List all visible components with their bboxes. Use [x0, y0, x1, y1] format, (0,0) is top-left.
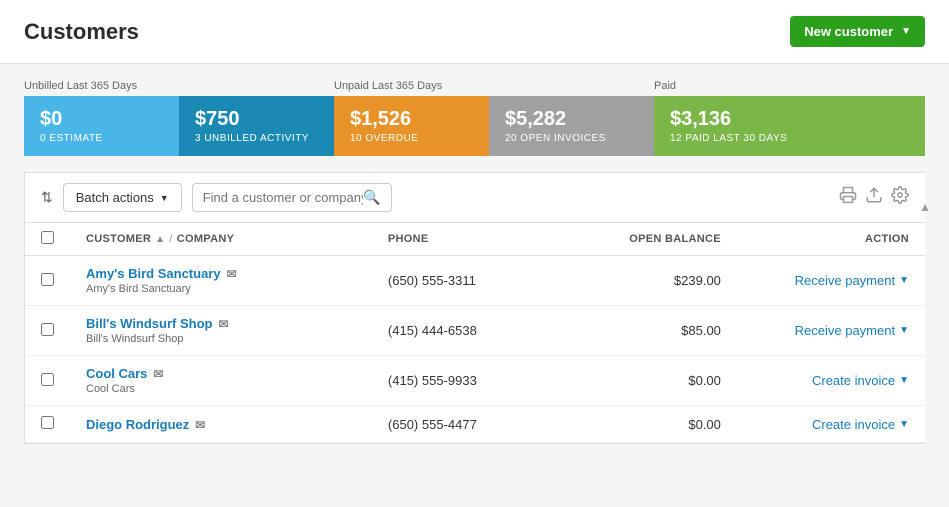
- company-slash: /: [169, 233, 172, 245]
- balance-column-header: OPEN BALANCE: [582, 223, 737, 256]
- email-icon[interactable]: ✉: [218, 317, 228, 331]
- unpaid-label: Unpaid Last 365 Days: [334, 80, 654, 92]
- customer-name-cell: Diego Rodriguez✉: [70, 406, 372, 443]
- stat-bar-paid[interactable]: $3,136 12 PAID LAST 30 DAYS: [654, 96, 925, 156]
- table-row: Diego Rodriguez✉ (650) 555-4477$0.00 Creat…: [25, 406, 925, 443]
- phone-column-header: PHONE: [372, 223, 582, 256]
- email-icon[interactable]: ✉: [153, 367, 163, 381]
- customer-name-link[interactable]: Cool Cars✉: [86, 366, 356, 381]
- stat-label-overdue: 10 OVERDUE: [350, 133, 473, 144]
- row-checkbox[interactable]: [41, 323, 54, 336]
- action-cell: Create invoice ▼: [737, 356, 925, 406]
- batch-chevron-icon: ▼: [160, 193, 169, 203]
- row-checkbox-cell[interactable]: [25, 356, 70, 406]
- customer-company: Bill's Windsurf Shop: [86, 333, 356, 345]
- table-row: Cool Cars✉ Cool Cars (415) 555-9933$0.00 Cr…: [25, 356, 925, 406]
- row-checkbox-cell[interactable]: [25, 306, 70, 356]
- unbilled-label: Unbilled Last 365 Days: [24, 80, 334, 92]
- action-button[interactable]: Receive payment ▼: [795, 323, 909, 338]
- row-checkbox-cell[interactable]: [25, 406, 70, 443]
- batch-actions-button[interactable]: Batch actions ▼: [63, 183, 182, 212]
- stat-amount-overdue: $1,526: [350, 108, 473, 131]
- search-input[interactable]: [203, 190, 364, 205]
- action-cell: Create invoice ▼: [737, 406, 925, 443]
- customer-company: Cool Cars: [86, 383, 356, 395]
- action-button[interactable]: Create invoice ▼: [812, 373, 909, 388]
- action-cell: Receive payment ▼: [737, 256, 925, 306]
- row-checkbox[interactable]: [41, 416, 54, 429]
- action-chevron-icon: ▼: [899, 419, 909, 430]
- stat-label-open-invoices: 20 OPEN INVOICES: [505, 133, 638, 144]
- print-icon[interactable]: [839, 186, 857, 209]
- stat-label-unbilled: 3 UNBILLED ACTIVITY: [195, 133, 318, 144]
- settings-icon[interactable]: [891, 186, 909, 209]
- row-checkbox[interactable]: [41, 273, 54, 286]
- sort-icon[interactable]: ⇅: [41, 189, 53, 206]
- customer-name-link[interactable]: Bill's Windsurf Shop✉: [86, 316, 356, 331]
- customer-name-link[interactable]: Amy's Bird Sanctuary✉: [86, 266, 356, 281]
- action-button[interactable]: Create invoice ▼: [812, 417, 909, 432]
- balance-cell: $0.00: [582, 356, 737, 406]
- balance-cell: $85.00: [582, 306, 737, 356]
- phone-cell: (650) 555-4477: [372, 406, 582, 443]
- select-all-header[interactable]: [25, 223, 70, 256]
- new-customer-button[interactable]: New customer ▼: [790, 16, 925, 47]
- batch-actions-label: Batch actions: [76, 190, 154, 205]
- action-chevron-icon: ▼: [899, 275, 909, 286]
- page-title: Customers: [24, 19, 139, 45]
- select-all-checkbox[interactable]: [41, 231, 54, 244]
- search-icon: 🔍: [363, 189, 380, 206]
- action-column-header: ACTION: [737, 223, 925, 256]
- phone-cell: (415) 444-6538: [372, 306, 582, 356]
- search-box[interactable]: 🔍: [192, 183, 392, 212]
- action-chevron-icon: ▼: [899, 375, 909, 386]
- customer-name-link[interactable]: Diego Rodriguez✉: [86, 417, 356, 432]
- stat-amount-unbilled: $750: [195, 108, 318, 131]
- table-row: Bill's Windsurf Shop✉Bill's Windsurf Sho…: [25, 306, 925, 356]
- action-chevron-icon: ▼: [899, 325, 909, 336]
- balance-cell: $0.00: [582, 406, 737, 443]
- action-cell: Receive payment ▼: [737, 306, 925, 356]
- phone-cell: (415) 555-9933: [372, 356, 582, 406]
- stat-label-paid: 12 PAID LAST 30 DAYS: [670, 133, 909, 144]
- customers-table: CUSTOMER ▲ / COMPANY PHONE OPEN BALANCE …: [25, 223, 925, 443]
- paid-label: Paid: [654, 80, 925, 92]
- email-icon[interactable]: ✉: [227, 267, 237, 281]
- table-row: Amy's Bird Sanctuary✉Amy's Bird Sanctuar…: [25, 256, 925, 306]
- customer-company: Amy's Bird Sanctuary: [86, 283, 356, 295]
- stat-bar-overdue[interactable]: $1,526 10 OVERDUE: [334, 96, 489, 156]
- customer-column-header[interactable]: CUSTOMER ▲ / COMPANY: [70, 223, 372, 256]
- stat-bar-open-invoices[interactable]: $5,282 20 OPEN INVOICES: [489, 96, 654, 156]
- row-checkbox[interactable]: [41, 373, 54, 386]
- new-customer-label: New customer: [804, 24, 893, 39]
- customer-name-cell: Amy's Bird Sanctuary✉Amy's Bird Sanctuar…: [70, 256, 372, 306]
- action-button[interactable]: Receive payment ▼: [795, 273, 909, 288]
- phone-cell: (650) 555-3311: [372, 256, 582, 306]
- stat-amount-estimate: $0: [40, 108, 163, 131]
- customer-name-cell: Cool Cars✉ Cool Cars: [70, 356, 372, 406]
- customer-sort-icon: ▲: [155, 234, 165, 245]
- stat-bar-estimate[interactable]: $0 0 ESTIMATE: [24, 96, 179, 156]
- email-icon[interactable]: ✉: [195, 418, 205, 432]
- export-icon[interactable]: [865, 186, 883, 209]
- row-checkbox-cell[interactable]: [25, 256, 70, 306]
- stat-label-estimate: 0 ESTIMATE: [40, 133, 163, 144]
- scroll-up-icon[interactable]: ▲: [919, 200, 931, 214]
- customer-name-cell: Bill's Windsurf Shop✉Bill's Windsurf Sho…: [70, 306, 372, 356]
- stat-amount-open-invoices: $5,282: [505, 108, 638, 131]
- new-customer-chevron-icon: ▼: [901, 26, 911, 37]
- stat-amount-paid: $3,136: [670, 108, 909, 131]
- stat-bar-unbilled[interactable]: $750 3 UNBILLED ACTIVITY: [179, 96, 334, 156]
- balance-cell: $239.00: [582, 256, 737, 306]
